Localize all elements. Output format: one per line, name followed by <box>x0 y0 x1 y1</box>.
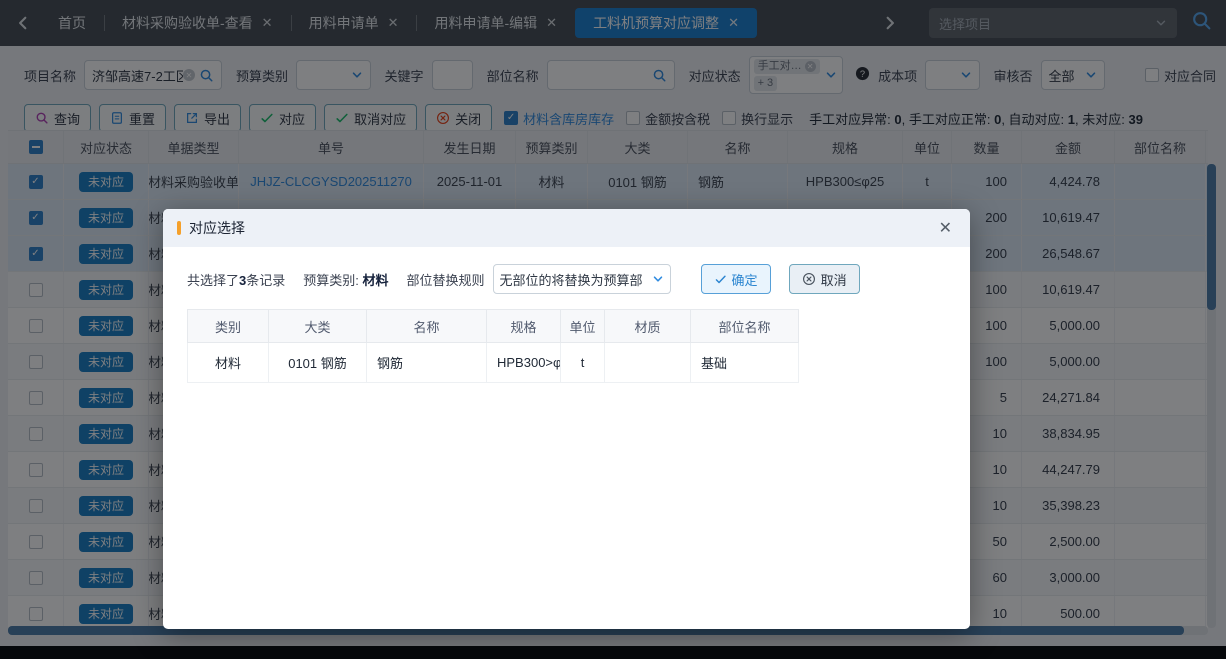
modal-header-cell: 单位 <box>561 310 605 342</box>
modal-cell-part: 基础 <box>691 343 799 382</box>
modal-close-icon[interactable]: ✕ <box>935 218 956 238</box>
modal-header: 对应选择 ✕ <box>163 209 970 247</box>
confirm-button[interactable]: 确定 <box>701 264 771 294</box>
modal-cell-cat: 材料 <box>187 343 269 382</box>
modal-cell-material <box>605 343 691 382</box>
modal-cell-major: 0101 钢筋 <box>269 343 367 382</box>
modal-header-cell: 类别 <box>187 310 269 342</box>
modal-header-cell: 名称 <box>367 310 487 342</box>
modal-table-row[interactable]: 材料0101 钢筋钢筋HPB300>φt 基础 <box>187 343 799 383</box>
modal-title: 对应选择 <box>189 218 935 238</box>
modal-header-cell: 材质 <box>605 310 691 342</box>
modal-table: 类别大类名称规格单位材质部位名称 材料0101 钢筋钢筋HPB300>φt 基础 <box>187 309 799 383</box>
cancel-button[interactable]: 取消 <box>789 264 860 294</box>
correspond-select-modal: 对应选择 ✕ 共选择了3条记录 预算类别: 材料 部位替换规则 无部位的将替换为… <box>163 209 970 629</box>
modal-table-body: 材料0101 钢筋钢筋HPB300>φt 基础 <box>187 343 799 383</box>
modal-table-header-row: 类别大类名称规格单位材质部位名称 <box>187 309 799 343</box>
accent-bar-icon <box>177 221 181 235</box>
modal-header-cell: 大类 <box>269 310 367 342</box>
close-circle-icon <box>802 272 816 286</box>
modal-cell-unit: t <box>561 343 605 382</box>
selected-count-text: 共选择了3条记录 <box>187 270 285 289</box>
modal-cell-name: 钢筋 <box>367 343 487 382</box>
rule-label: 部位替换规则 <box>407 270 485 289</box>
part-replace-rule-select[interactable]: 无部位的将替换为预算部 <box>493 264 671 294</box>
modal-controls: 共选择了3条记录 预算类别: 材料 部位替换规则 无部位的将替换为预算部 确定 … <box>163 247 970 307</box>
modal-budget-text: 预算类别: 材料 <box>303 270 388 289</box>
check-icon <box>714 273 727 286</box>
modal-cell-spec: HPB300>φ <box>487 343 561 382</box>
chevron-down-icon <box>652 273 664 285</box>
modal-header-cell: 规格 <box>487 310 561 342</box>
modal-header-cell: 部位名称 <box>691 310 799 342</box>
